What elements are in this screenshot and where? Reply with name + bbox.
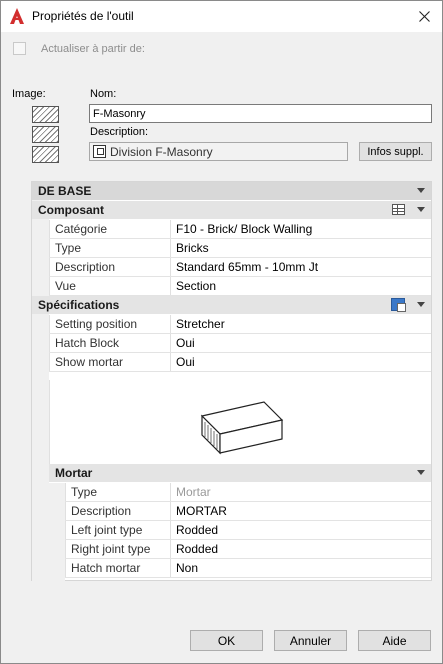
description-value: Division F-Masonry	[110, 144, 213, 159]
property-label: Show mortar	[49, 353, 171, 371]
property-label: Description	[65, 502, 171, 520]
property-value: Non	[176, 561, 199, 575]
specification-editor-icon[interactable]	[391, 298, 406, 312]
property-value: Bricks	[176, 241, 209, 255]
property-row[interactable]: Vue Section	[49, 277, 431, 296]
property-row[interactable]: Show mortar Oui	[49, 353, 431, 372]
tool-properties-dialog: Propriétés de l'outil Actualiser à parti…	[0, 0, 443, 664]
section-mortar-label: Mortar	[55, 466, 93, 480]
property-value: Standard 65mm - 10mm Jt	[176, 260, 319, 274]
property-label: Vue	[49, 277, 171, 295]
property-row[interactable]: Setting position Stretcher	[49, 315, 431, 334]
description-label: Description:	[90, 126, 149, 138]
property-value: MORTAR	[176, 504, 227, 518]
property-row[interactable]: Type Bricks	[49, 239, 431, 258]
update-from-checkbox[interactable]	[13, 42, 26, 55]
property-value: Oui	[176, 355, 195, 369]
table-view-icon[interactable]	[392, 204, 405, 215]
property-value: Rodded	[176, 523, 219, 537]
property-row[interactable]: Description Standard 65mm - 10mm Jt	[49, 258, 431, 277]
more-info-button[interactable]: Infos suppl.	[359, 142, 432, 161]
title-bar: Propriétés de l'outil	[1, 1, 442, 32]
properties-grid: DE BASE Composant Catégorie F10 - Brick/…	[31, 181, 432, 581]
brick-preview	[49, 380, 431, 464]
grid-indent-strip	[32, 200, 49, 581]
image-label: Image:	[12, 88, 46, 100]
description-field[interactable]: Division F-Masonry	[89, 142, 348, 161]
mortar-indent-strip	[49, 483, 65, 581]
property-row[interactable]: Hatch mortar Non	[65, 559, 431, 578]
property-row[interactable]: Hatch Block Oui	[49, 334, 431, 353]
property-label: Description	[49, 258, 171, 276]
brick-3d-icon	[200, 401, 284, 455]
hatch-swatch-3[interactable]	[32, 146, 59, 163]
close-icon	[418, 10, 430, 22]
window-title: Propriétés de l'outil	[32, 9, 134, 23]
property-row[interactable]: Description MORTAR	[65, 502, 431, 521]
update-from-row: Actualiser à partir de:	[13, 42, 145, 55]
property-value: Oui	[176, 336, 195, 350]
ok-button[interactable]: OK	[190, 630, 263, 651]
hatch-swatch-2[interactable]	[32, 126, 59, 143]
section-specifications[interactable]: Spécifications	[32, 296, 431, 314]
property-row[interactable]: Right joint type Rodded	[65, 540, 431, 559]
section-mortar[interactable]: Mortar	[49, 464, 431, 482]
cancel-button[interactable]: Annuler	[274, 630, 347, 651]
collapse-arrow-icon[interactable]	[417, 188, 425, 193]
section-basic[interactable]: DE BASE	[32, 182, 431, 200]
property-row[interactable]: Left joint type Rodded	[65, 521, 431, 540]
section-component[interactable]: Composant	[32, 201, 431, 219]
name-label: Nom:	[90, 88, 117, 100]
property-label: Setting position	[49, 315, 171, 333]
property-label: Type	[65, 483, 171, 501]
update-from-label: Actualiser à partir de:	[41, 42, 145, 55]
property-label: Right joint type	[65, 540, 171, 558]
collapse-arrow-icon[interactable]	[417, 302, 425, 307]
close-button[interactable]	[412, 5, 436, 27]
property-label: Hatch Block	[49, 334, 171, 352]
collapse-arrow-icon[interactable]	[417, 207, 425, 212]
property-value: Stretcher	[176, 317, 225, 331]
property-value: Section	[176, 279, 217, 293]
collapse-arrow-icon[interactable]	[417, 470, 425, 475]
section-basic-label: DE BASE	[38, 184, 92, 198]
section-specifications-label: Spécifications	[38, 298, 120, 312]
property-label: Left joint type	[65, 521, 171, 539]
help-button[interactable]: Aide	[358, 630, 431, 651]
property-row[interactable]: Catégorie F10 - Brick/ Block Walling	[49, 220, 431, 239]
hatch-swatch-1[interactable]	[32, 106, 59, 123]
property-value: F10 - Brick/ Block Walling	[176, 222, 313, 236]
name-input[interactable]	[89, 104, 432, 123]
property-label: Hatch mortar	[65, 559, 171, 577]
style-link-icon	[93, 145, 106, 158]
section-component-label: Composant	[38, 203, 104, 217]
property-value: Mortar	[176, 485, 211, 499]
property-label: Catégorie	[49, 220, 171, 238]
property-label: Type	[49, 239, 171, 257]
property-value: Rodded	[176, 542, 219, 556]
autocad-logo-icon	[10, 8, 24, 24]
property-row[interactable]: Type Mortar	[65, 483, 431, 502]
